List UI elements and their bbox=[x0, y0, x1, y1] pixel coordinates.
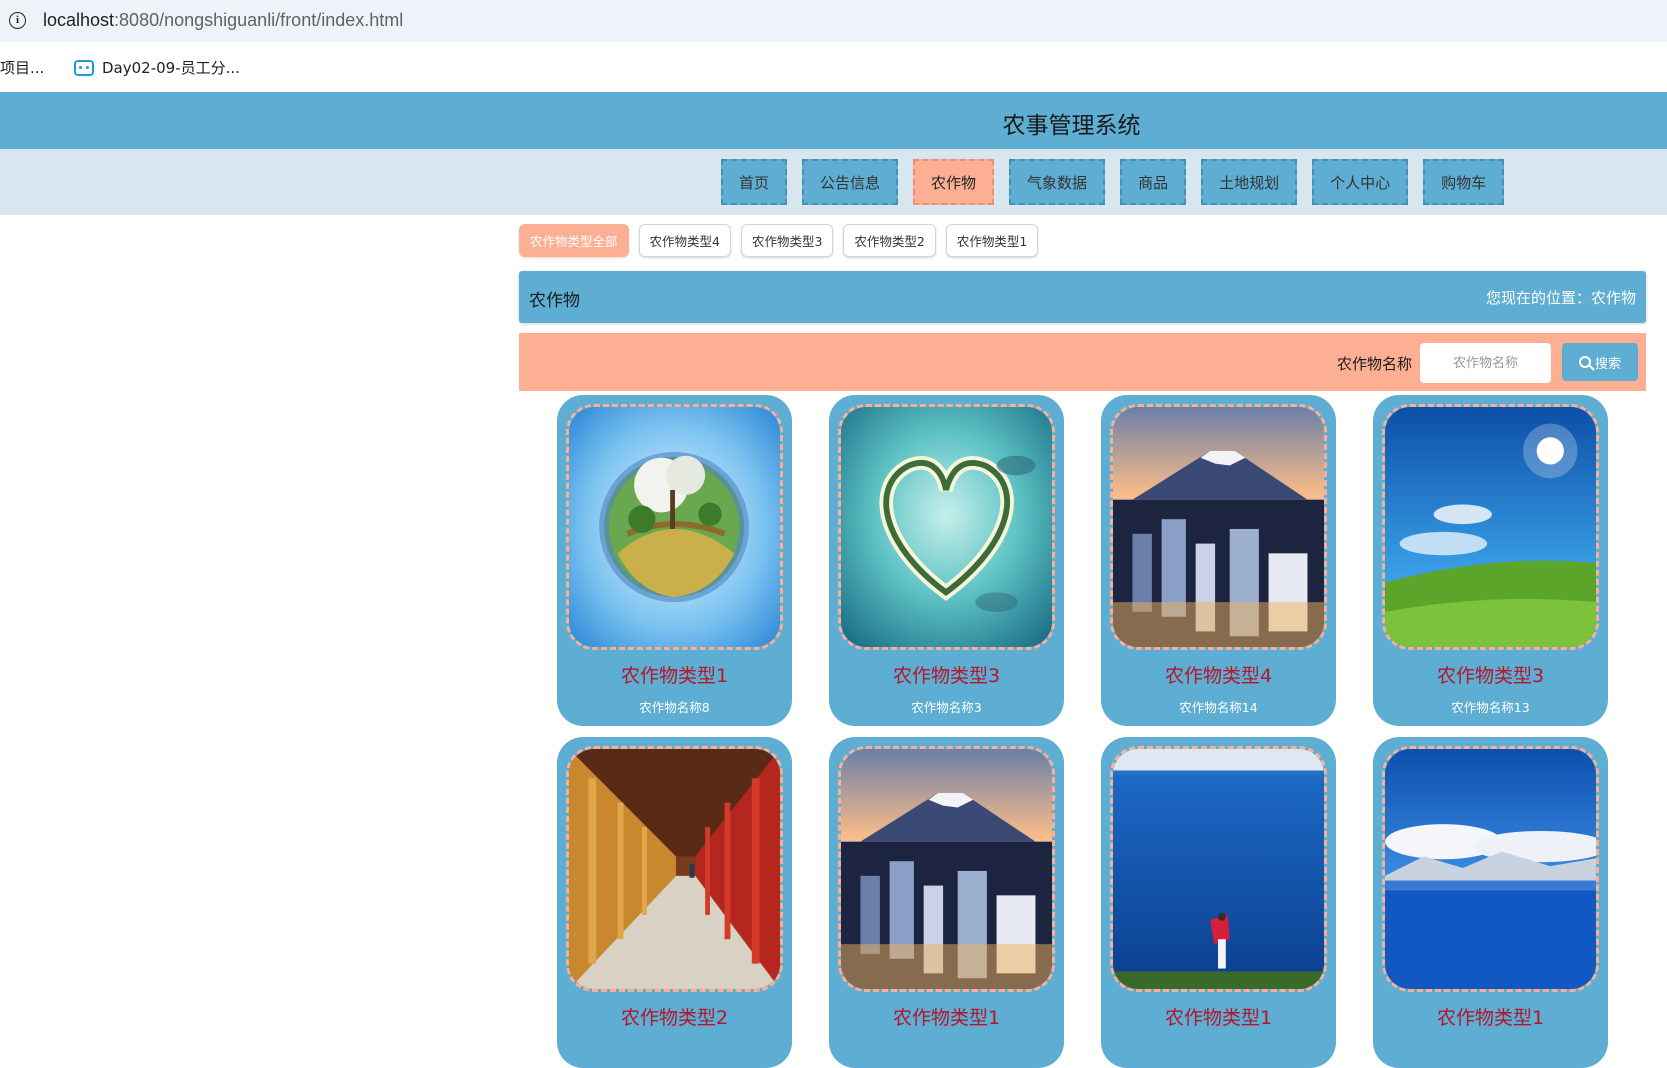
crop-name: 农作物名称3 bbox=[911, 700, 982, 715]
search-input[interactable] bbox=[1420, 343, 1551, 383]
category-tab[interactable]: 农作物类型3 bbox=[740, 224, 834, 257]
category-tab[interactable]: 农作物类型2 bbox=[843, 224, 936, 257]
nav-item-cart[interactable]: 购物车 bbox=[1423, 159, 1505, 205]
crop-card[interactable]: 农作物类型3 农作物名称13 bbox=[1373, 395, 1608, 726]
crop-type: 农作物类型4 bbox=[1164, 665, 1273, 687]
nav-item-products[interactable]: 商品 bbox=[1120, 159, 1187, 205]
search-bar: 农作物名称 搜索 bbox=[519, 333, 1646, 391]
crop-card[interactable]: 农作物类型4 农作物名称14 bbox=[1101, 395, 1336, 726]
crop-card[interactable]: 农作物类型3 农作物名称3 bbox=[829, 395, 1064, 726]
crop-type: 农作物类型2 bbox=[620, 1007, 729, 1029]
crop-image bbox=[1110, 746, 1327, 992]
nav-item-home[interactable]: 首页 bbox=[721, 159, 788, 205]
crop-image bbox=[566, 404, 783, 650]
crop-image bbox=[838, 746, 1055, 992]
crop-name: 农作物名称8 bbox=[639, 700, 710, 715]
search-label: 农作物名称 bbox=[1336, 355, 1412, 373]
page-title: 农作物 bbox=[529, 291, 580, 311]
nav-item-announcements[interactable]: 公告信息 bbox=[802, 159, 899, 205]
bookmark-item[interactable]: 项目... bbox=[0, 57, 44, 78]
app-header: 农事管理系统 bbox=[0, 92, 1667, 149]
main-nav: 首页 公告信息 农作物 气象数据 商品 土地规划 个人中心 购物车 bbox=[0, 149, 1667, 215]
crop-image bbox=[1382, 746, 1599, 992]
nav-item-crops[interactable]: 农作物 bbox=[913, 159, 995, 205]
crop-card[interactable]: 农作物类型1 bbox=[1373, 737, 1608, 1068]
bookmarks-bar: 项目... Day02-09-员工分... bbox=[0, 42, 1667, 92]
info-icon[interactable]: i bbox=[9, 12, 26, 29]
crop-type: 农作物类型3 bbox=[892, 665, 1001, 687]
nav-item-profile[interactable]: 个人中心 bbox=[1312, 159, 1409, 205]
crop-type: 农作物类型1 bbox=[1164, 1007, 1273, 1029]
search-icon bbox=[1578, 356, 1591, 368]
category-tabs: 农作物类型全部 农作物类型4 农作物类型3 农作物类型2 农作物类型1 bbox=[519, 224, 1646, 257]
search-button[interactable]: 搜索 bbox=[1562, 343, 1638, 381]
crop-card[interactable]: 农作物类型1 农作物名称8 bbox=[557, 395, 792, 726]
url-text[interactable]: localhost:8080/nongshiguanli/front/index… bbox=[43, 10, 403, 31]
current-location: 您现在的位置：农作物 bbox=[1485, 289, 1636, 307]
category-tab-all[interactable]: 农作物类型全部 bbox=[519, 224, 629, 257]
crop-name: 农作物名称14 bbox=[1179, 700, 1258, 715]
crop-card[interactable]: 农作物类型2 bbox=[557, 737, 792, 1068]
app-title: 农事管理系统 bbox=[1002, 113, 1141, 139]
crop-image bbox=[838, 404, 1055, 650]
nav-item-land-planning[interactable]: 土地规划 bbox=[1201, 159, 1298, 205]
breadcrumb: 农作物 您现在的位置：农作物 bbox=[519, 271, 1646, 323]
crop-card[interactable]: 农作物类型1 bbox=[829, 737, 1064, 1068]
crop-image bbox=[1382, 404, 1599, 650]
crop-type: 农作物类型1 bbox=[892, 1007, 1001, 1029]
nav-item-weather[interactable]: 气象数据 bbox=[1009, 159, 1106, 205]
crop-type: 农作物类型1 bbox=[620, 665, 729, 687]
main-content: 农作物类型全部 农作物类型4 农作物类型3 农作物类型2 农作物类型1 农作物 … bbox=[519, 224, 1646, 391]
bilibili-tv-icon bbox=[74, 59, 94, 76]
crop-name: 农作物名称13 bbox=[1451, 700, 1530, 715]
bookmark-item[interactable]: Day02-09-员工分... bbox=[74, 57, 240, 78]
crop-image bbox=[566, 746, 783, 992]
address-bar[interactable]: i localhost:8080/nongshiguanli/front/ind… bbox=[0, 0, 1667, 42]
category-tab[interactable]: 农作物类型1 bbox=[945, 224, 1039, 257]
crop-type: 农作物类型1 bbox=[1436, 1007, 1545, 1029]
crop-card[interactable]: 农作物类型1 bbox=[1101, 737, 1336, 1068]
crop-grid: 农作物类型1 农作物名称8 农作物类型3 农作物名称3 农作物类型4 农作物名称… bbox=[557, 395, 1608, 1068]
category-tab[interactable]: 农作物类型4 bbox=[638, 224, 731, 257]
crop-image bbox=[1110, 404, 1327, 650]
crop-type: 农作物类型3 bbox=[1436, 665, 1545, 687]
